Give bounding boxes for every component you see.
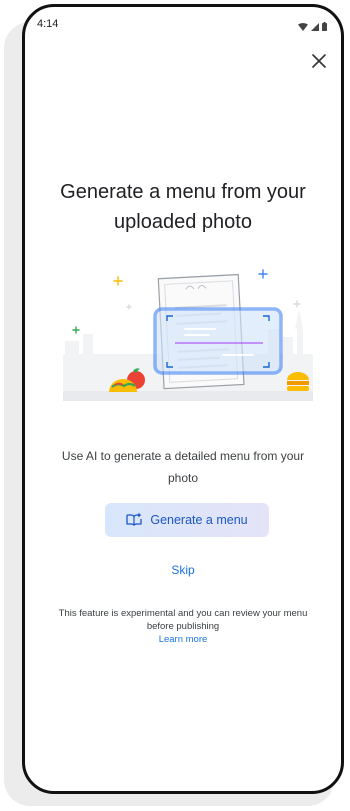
sparkle-menu-icon [126, 512, 142, 529]
battery-icon [322, 18, 327, 36]
signal-icon [311, 18, 319, 36]
menu-scan-illustration [63, 259, 313, 419]
dialog-description: Use AI to generate a detailed menu from … [61, 449, 305, 485]
learn-more-link[interactable]: Learn more [49, 633, 317, 646]
experimental-note-text: This feature is experimental and you can… [58, 608, 308, 632]
generate-menu-label: Generate a menu [150, 513, 248, 527]
close-button[interactable] [307, 51, 331, 75]
status-bar: 4:14 [25, 7, 341, 37]
wifi-icon [298, 18, 308, 36]
status-icons [298, 18, 327, 36]
close-icon [312, 53, 326, 73]
skip-button[interactable]: Skip [25, 563, 341, 577]
dialog-title: Generate a menu from your uploaded photo [60, 181, 306, 233]
experimental-note: This feature is experimental and you can… [49, 607, 317, 646]
phone-frame: 4:14 Generate a menu from your uploaded … [22, 4, 344, 794]
generate-menu-button[interactable]: Generate a menu [105, 503, 269, 537]
status-time: 4:14 [37, 18, 59, 30]
